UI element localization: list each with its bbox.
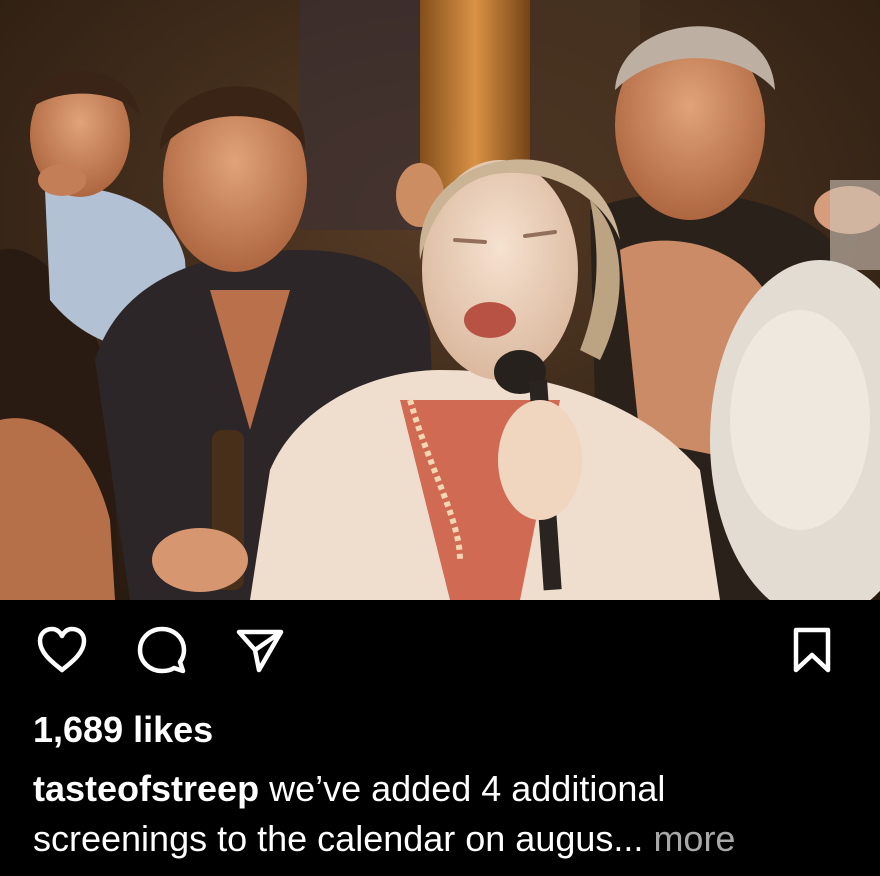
heart-outline-icon[interactable] — [34, 622, 90, 678]
likes-count[interactable]: 1,689 likes — [33, 708, 213, 752]
caption-text-1: we’ve added 4 additional — [269, 768, 666, 809]
bookmark-outline-icon[interactable] — [784, 622, 840, 678]
instagram-post: 1,689 likes tasteofstreep we’ve added 4 … — [0, 0, 880, 876]
post-action-bar — [0, 600, 880, 710]
speech-bubble-icon[interactable] — [134, 622, 190, 678]
caption-username[interactable]: tasteofstreep — [33, 768, 259, 809]
caption-ellipsis: ... — [613, 818, 644, 859]
post-photo-image — [0, 0, 880, 600]
more-link[interactable]: more — [653, 818, 735, 859]
post-photo[interactable] — [0, 0, 880, 600]
paper-plane-icon[interactable] — [232, 622, 288, 678]
caption-text-2: screenings to the calendar on augus — [33, 818, 614, 859]
caption-line-1: tasteofstreep we’ve added 4 additional — [33, 764, 853, 814]
caption-line-2: screenings to the calendar on augus... m… — [33, 814, 853, 864]
post-caption: tasteofstreep we’ve added 4 additional s… — [33, 764, 853, 864]
